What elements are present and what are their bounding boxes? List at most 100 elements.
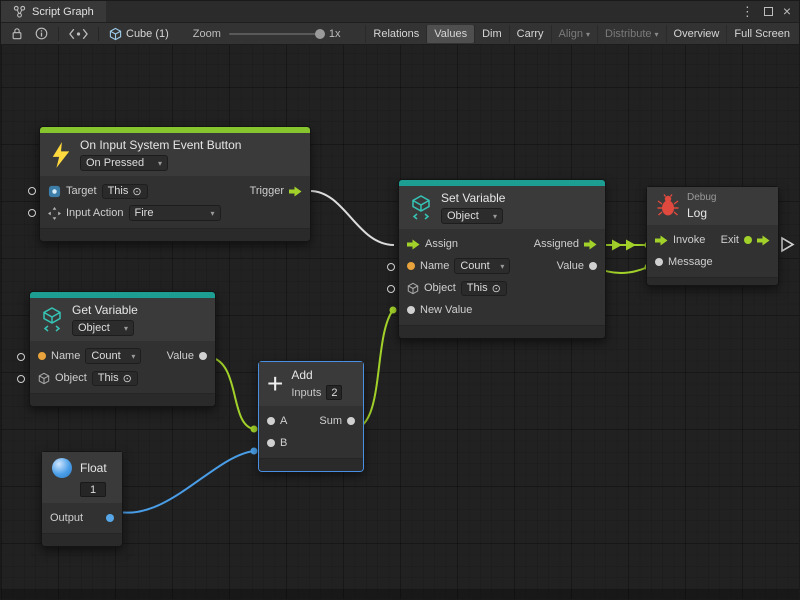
assign-port[interactable]: [407, 239, 420, 250]
port-row-target: Target This Trigger: [40, 180, 310, 202]
node-body: Assign Assigned Name Count Value Object …: [399, 229, 605, 325]
event-mode-dropdown[interactable]: On Pressed: [80, 155, 168, 171]
node-add[interactable]: + Add Inputs 2 A Sum B: [258, 361, 364, 472]
value-port[interactable]: [199, 352, 207, 360]
close-icon[interactable]: [783, 3, 791, 21]
port-label: Sum: [319, 415, 342, 427]
output-port[interactable]: [106, 514, 114, 522]
node-title: Set Variable: [441, 191, 505, 205]
variable-scope-dropdown[interactable]: Object: [441, 208, 503, 224]
lock-icon[interactable]: [5, 23, 29, 44]
window-controls: [741, 1, 800, 22]
overview-button[interactable]: Overview: [666, 25, 727, 43]
full-screen-button[interactable]: Full Screen: [726, 25, 797, 43]
variable-name-dropdown[interactable]: Count: [85, 348, 141, 364]
node-title: Add: [291, 368, 342, 382]
align-button[interactable]: Align: [551, 25, 597, 43]
float-icon: [52, 458, 72, 478]
object-breadcrumb[interactable]: Cube (1): [103, 23, 175, 44]
float-value-field[interactable]: 1: [80, 482, 106, 497]
zoom-slider-knob[interactable]: [315, 29, 325, 39]
bug-icon: [657, 194, 679, 218]
trigger-port[interactable]: [289, 186, 302, 197]
input-action-dropdown[interactable]: Fire: [129, 205, 221, 221]
carry-button[interactable]: Carry: [509, 25, 551, 43]
node-header: Set Variable Object: [399, 186, 605, 229]
info-icon[interactable]: [29, 23, 54, 44]
node-on-input-system-event-button[interactable]: On Input System Event Button On Pressed …: [39, 126, 311, 242]
b-port[interactable]: [267, 439, 275, 447]
port-label: Name: [420, 260, 449, 272]
inputs-count-field[interactable]: 2: [326, 385, 342, 400]
node-title: On Input System Event Button: [80, 138, 241, 152]
name-input-port[interactable]: [387, 263, 395, 271]
zoom-label: Zoom: [193, 28, 221, 40]
node-header: Get Variable Object: [30, 298, 215, 341]
node-title: Float: [80, 461, 107, 475]
target-icon: [492, 282, 501, 295]
name-port[interactable]: [38, 352, 46, 360]
name-port[interactable]: [407, 262, 415, 270]
target-object-chip[interactable]: This: [102, 184, 148, 199]
object-chip[interactable]: This: [92, 371, 138, 386]
port-label: Name: [51, 350, 80, 362]
variable-scope-dropdown[interactable]: Object: [72, 320, 134, 336]
port-row-b: B: [259, 432, 363, 454]
target-input-port[interactable]: [28, 187, 36, 195]
input-action-icon: [48, 207, 61, 220]
sum-port[interactable]: [347, 417, 355, 425]
object-input-port[interactable]: [17, 375, 25, 383]
node-footer: [647, 277, 778, 285]
object-chip[interactable]: This: [461, 281, 507, 296]
cube-icon: [407, 282, 419, 295]
relations-button[interactable]: Relations: [365, 25, 426, 43]
assigned-port[interactable]: [584, 239, 597, 250]
action-input-port[interactable]: [28, 209, 36, 217]
node-category: Debug: [687, 192, 716, 203]
port-row-new-value: New Value: [399, 299, 605, 321]
variable-name-dropdown[interactable]: Count: [454, 258, 510, 274]
message-port[interactable]: [655, 258, 663, 266]
port-label: Input Action: [66, 207, 124, 219]
node-body: Invoke Exit Message: [647, 225, 778, 277]
graph-icon: [13, 5, 26, 18]
exit-port[interactable]: [757, 235, 770, 246]
port-label: Trigger: [250, 185, 284, 197]
input-system-icon: [48, 185, 61, 198]
dim-button[interactable]: Dim: [474, 25, 509, 43]
node-footer: [399, 325, 605, 338]
new-value-port[interactable]: [407, 306, 415, 314]
node-get-variable[interactable]: Get Variable Object Name Count Value Obj…: [29, 291, 216, 407]
window-menu-icon[interactable]: [741, 3, 754, 21]
invoke-port[interactable]: [655, 235, 668, 246]
node-footer: [42, 533, 122, 546]
cube-icon: [38, 372, 50, 385]
object-input-port[interactable]: [387, 285, 395, 293]
maximize-icon[interactable]: [764, 7, 773, 16]
toolbar-buttons: Relations Values Dim Carry Align Distrib…: [365, 23, 797, 44]
connections-icon[interactable]: [63, 23, 94, 44]
node-debug-log[interactable]: Debug Log Invoke Exit Message: [646, 186, 779, 286]
name-input-port[interactable]: [17, 353, 25, 361]
node-body: Output: [42, 503, 122, 533]
port-row-object: Object This: [399, 277, 605, 299]
graph-canvas[interactable]: On Input System Event Button On Pressed …: [1, 45, 800, 600]
canvas-bottom-edge: [1, 589, 800, 600]
a-port[interactable]: [267, 417, 275, 425]
values-button[interactable]: Values: [426, 25, 474, 43]
value-port[interactable]: [589, 262, 597, 270]
port-row-object: Object This: [30, 367, 215, 389]
tab-script-graph[interactable]: Script Graph: [1, 1, 106, 22]
node-set-variable[interactable]: Set Variable Object Assign Assigned Name…: [398, 179, 606, 339]
node-header: Float 1: [42, 452, 122, 503]
zoom-slider[interactable]: [229, 33, 321, 35]
node-title: Get Variable: [72, 303, 138, 317]
node-header: Debug Log: [647, 187, 778, 225]
exit-port-dot[interactable]: [744, 236, 752, 244]
port-label: Invoke: [673, 234, 705, 246]
node-float[interactable]: Float 1 Output: [41, 451, 123, 547]
distribute-button[interactable]: Distribute: [597, 25, 665, 43]
port-label: Assigned: [534, 238, 579, 250]
plus-icon: +: [267, 371, 283, 397]
port-row-name: Name Count Value: [399, 255, 605, 277]
